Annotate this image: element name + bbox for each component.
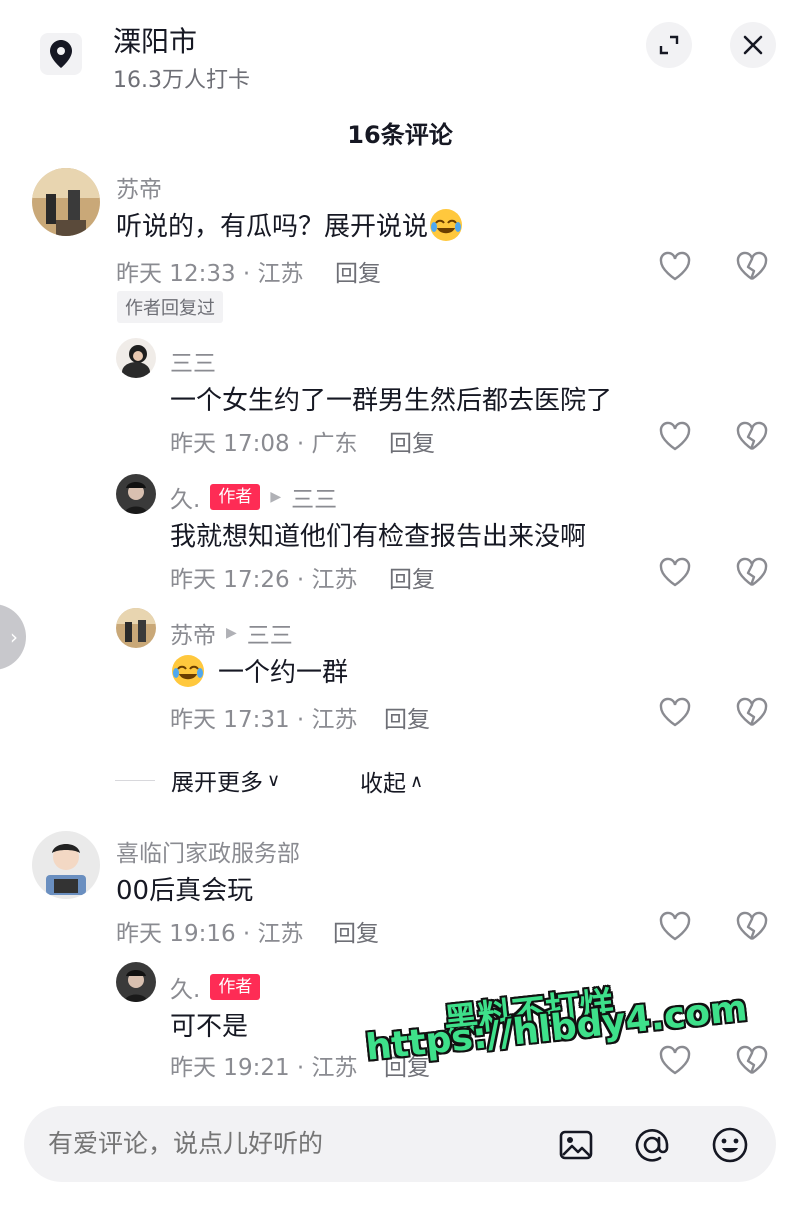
author-tag: 作者 (210, 484, 261, 510)
image-icon[interactable] (556, 1125, 596, 1165)
heart-like-icon[interactable] (658, 1044, 692, 1078)
checkin-count: 16.3万人打卡 (113, 68, 250, 93)
reply-meta: 昨天 17:31 · 江苏 (170, 707, 358, 733)
broken-heart-dislike-icon[interactable] (735, 1044, 769, 1078)
laugh-cry-emoji-icon (172, 654, 204, 687)
expand-more-label: 展开更多 (171, 770, 263, 796)
comment-author-name[interactable]: 喜临门家政服务部 (116, 834, 300, 868)
reply-text: 我就想知道他们有检查报告出来没啊 (170, 522, 587, 552)
avatar[interactable] (32, 831, 100, 899)
reply-text: 一个约一群 (218, 658, 349, 688)
expand-icon (659, 35, 679, 55)
reply-to-name[interactable]: 三三 (247, 616, 293, 650)
reply-meta: 昨天 17:08 · 广东 (170, 431, 358, 457)
broken-heart-dislike-icon[interactable] (735, 910, 769, 944)
reply-to-name[interactable]: 三三 (291, 480, 337, 514)
expand-more-button[interactable]: 展开更多 ∨ (115, 764, 280, 796)
reply-arrow-icon: ▶ (226, 625, 237, 641)
location-pin-icon (40, 33, 82, 75)
author-replied-badge: 作者回复过 (117, 291, 223, 323)
avatar[interactable] (116, 338, 156, 378)
avatar[interactable] (116, 608, 156, 648)
chevron-down-icon: ∨ (267, 769, 281, 791)
broken-heart-dislike-icon[interactable] (735, 250, 769, 284)
reply-author-name[interactable]: 久. (170, 970, 200, 1004)
chevron-up-icon: ∧ (410, 770, 424, 792)
reply-author-name[interactable]: 三三 (170, 344, 216, 378)
collapse-label: 收起 (360, 771, 406, 797)
laugh-cry-emoji-icon (430, 208, 463, 241)
heart-like-icon[interactable] (658, 250, 692, 284)
comment-text-row: 听说的，有瓜吗？展开说说 (116, 206, 464, 243)
comment-input-bar (24, 1106, 776, 1182)
broken-heart-dislike-icon[interactable] (735, 420, 769, 454)
heart-like-icon[interactable] (658, 420, 692, 454)
chevron-right-icon: › (10, 625, 18, 649)
reply-author-row: 久. 作者 (170, 970, 261, 1004)
broken-heart-dislike-icon[interactable] (735, 556, 769, 590)
close-button[interactable] (730, 22, 776, 68)
collapse-button[interactable]: 收起 ∧ (360, 764, 423, 798)
author-tag: 作者 (210, 974, 261, 1000)
reply-text-row: 一个约一群 (170, 652, 348, 689)
reply-arrow-icon: ▶ (270, 489, 282, 505)
comment-meta: 昨天 19:16 · 江苏 (116, 921, 304, 947)
comments-count-title: 16条评论 (347, 121, 453, 149)
reply-author-name[interactable]: 苏帝 (170, 616, 216, 650)
avatar[interactable] (116, 962, 156, 1002)
reply-meta: 昨天 17:26 · 江苏 (170, 567, 358, 593)
divider-line (115, 779, 155, 781)
expand-button[interactable] (646, 22, 692, 68)
close-icon (743, 35, 763, 55)
reply-text: 可不是 (170, 1012, 249, 1042)
side-collapse-handle[interactable]: › (0, 604, 26, 670)
emoji-icon[interactable] (710, 1125, 750, 1165)
comment-meta: 昨天 12:33 · 江苏 (116, 261, 304, 287)
location-header: 溧阳市 16.3万人打卡 (0, 0, 800, 110)
at-icon[interactable] (632, 1125, 672, 1165)
reply-text: 一个女生约了一群男生然后都去医院了 (170, 386, 613, 416)
reply-button[interactable]: 回复 (335, 254, 381, 288)
heart-like-icon[interactable] (658, 556, 692, 590)
heart-like-icon[interactable] (658, 910, 692, 944)
reply-button[interactable]: 回复 (389, 560, 435, 594)
reply-button[interactable]: 回复 (384, 700, 430, 734)
location-title[interactable]: 溧阳市 (113, 20, 197, 60)
avatar[interactable] (116, 474, 156, 514)
comment-text: 00后真会玩 (116, 876, 254, 906)
reply-button[interactable]: 回复 (389, 424, 435, 458)
reply-author-row: 久. 作者 ▶ 三三 (170, 480, 337, 514)
comment-input[interactable] (48, 1106, 528, 1182)
comment-author-name[interactable]: 苏帝 (116, 170, 162, 204)
comment-text: 听说的，有瓜吗？展开说说 (116, 212, 429, 242)
reply-author-row: 苏帝 ▶ 三三 (170, 616, 293, 650)
reply-meta: 昨天 19:21 · 江苏 (170, 1055, 358, 1081)
reply-button[interactable]: 回复 (333, 914, 379, 948)
broken-heart-dislike-icon[interactable] (735, 696, 769, 730)
reply-author-name[interactable]: 久. (170, 480, 200, 514)
heart-like-icon[interactable] (658, 696, 692, 730)
avatar[interactable] (32, 168, 100, 236)
